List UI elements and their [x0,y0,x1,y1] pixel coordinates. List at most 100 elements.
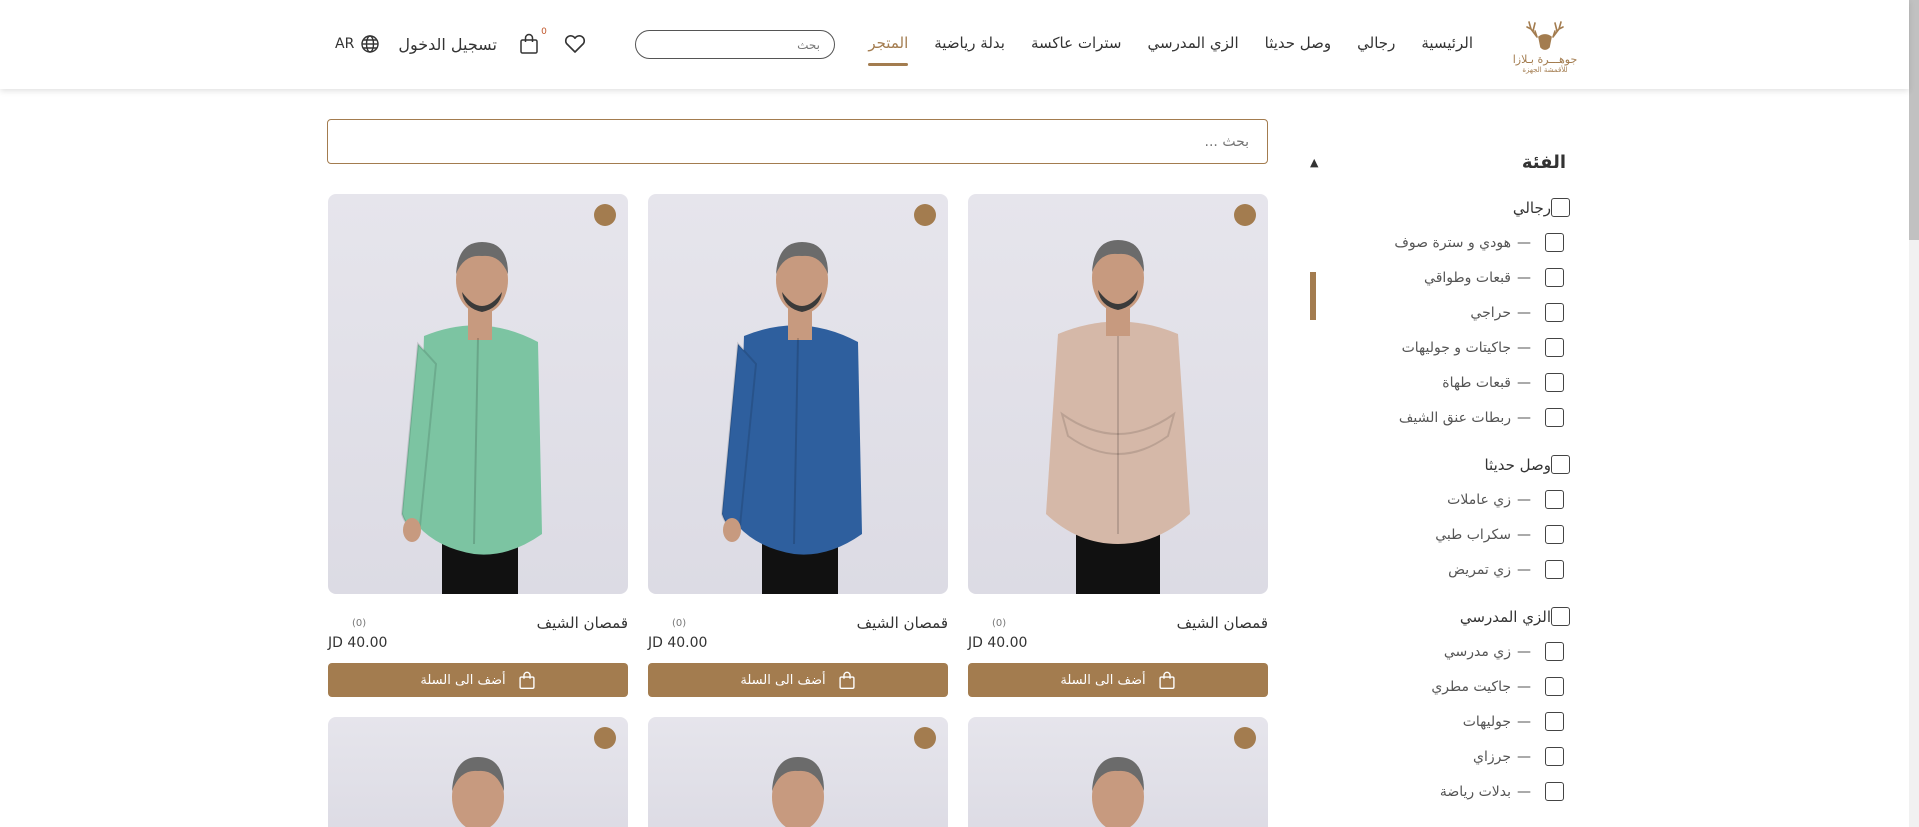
filter-option[interactable]: — زي عاملات [1320,482,1570,517]
logo-text: جوهـــرة بـلازا [1512,52,1578,66]
filter-option-dash: — [1517,409,1531,426]
site-logo[interactable]: جوهـــرة بـلازا للأقمشة الجهزة [1510,12,1580,78]
header-search-input[interactable] [635,30,835,59]
page-scrollbar[interactable] [1909,0,1919,827]
product-card[interactable] [648,717,948,827]
product-price: JD 40.00 [328,635,388,651]
product-title[interactable]: قمصان الشيف [857,614,948,632]
filter-option-dash: — [1517,339,1531,356]
wishlist-button[interactable] [563,34,587,54]
product-card[interactable]: قمصان الشيف (0) JD 40.00 أضف الى السلة [328,194,628,697]
color-swatch-icon[interactable] [594,727,616,749]
filter-checkbox[interactable] [1545,642,1564,661]
filter-group[interactable]: رجالي [1320,190,1570,225]
add-to-cart-button[interactable]: أضف الى السلة [648,663,948,697]
filter-option-label: قبعات طهاة [1442,374,1511,391]
filter-group[interactable]: وصل حديثا [1320,447,1570,482]
filter-checkbox[interactable] [1545,782,1564,801]
filter-checkbox[interactable] [1551,455,1570,474]
filter-checkbox[interactable] [1545,303,1564,322]
filter-option-label: جاكيتات و جوليهات [1401,339,1511,356]
filter-checkbox[interactable] [1545,408,1564,427]
collapse-toggle-icon[interactable]: ▲ [1310,156,1318,169]
filter-checkbox[interactable] [1545,560,1564,579]
filter-checkbox[interactable] [1551,198,1570,217]
filter-option[interactable]: — بدلات رياضة [1320,774,1570,809]
filter-checkbox[interactable] [1545,373,1564,392]
product-rating: (0) [672,617,687,629]
shopping-bag-icon [1158,671,1176,690]
nav-men[interactable]: رجالي [1357,34,1395,52]
add-to-cart-button[interactable]: أضف الى السلة [328,663,628,697]
filter-option[interactable]: — قبعات وطواقي [1320,260,1570,295]
filter-checkbox[interactable] [1545,712,1564,731]
color-swatch-icon[interactable] [914,727,936,749]
product-image[interactable] [968,717,1268,827]
product-title[interactable]: قمصان الشيف [537,614,628,632]
nav-school-uniform[interactable]: الزي المدرسي [1148,34,1239,52]
color-swatch-icon[interactable] [1234,204,1256,226]
login-link[interactable]: تسجيل الدخول [398,35,497,54]
color-swatch-icon[interactable] [914,204,936,226]
language-switcher[interactable]: AR [335,34,380,54]
product-card[interactable]: قمصان الشيف (0) JD 40.00 أضف الى السلة [968,194,1268,697]
filter-option-dash: — [1517,783,1531,800]
cart-button[interactable]: 0 [519,27,547,55]
shopping-bag-icon [838,671,856,690]
filter-checkbox[interactable] [1545,525,1564,544]
filter-option[interactable]: — حراجي [1320,295,1570,330]
product-image[interactable] [328,717,628,827]
filter-checkbox[interactable] [1545,747,1564,766]
filter-checkbox[interactable] [1551,607,1570,626]
filter-option[interactable]: — جرزاي [1320,739,1570,774]
filter-checkbox[interactable] [1545,338,1564,357]
filter-scroll-indicator[interactable] [1310,272,1316,320]
filter-option[interactable]: — جاكيت مطري [1320,669,1570,704]
product-image[interactable] [968,194,1268,594]
product-card[interactable] [328,717,628,827]
filter-option[interactable]: — زي تمريض [1320,552,1570,587]
nav-new-arrivals[interactable]: وصل حديثا [1265,34,1332,52]
filter-group[interactable]: الزي المدرسي [1320,599,1570,634]
filter-group-label: رجالي [1512,198,1551,217]
product-title-row: قمصان الشيف (0) [328,614,628,632]
filter-option[interactable]: — سكراب طبي [1320,517,1570,552]
filter-checkbox[interactable] [1545,677,1564,696]
product-card[interactable] [968,717,1268,827]
filter-checkbox[interactable] [1545,268,1564,287]
product-search-input[interactable] [327,119,1268,164]
product-grid: قمصان الشيف (0) JD 40.00 أضف الى السلة قمصان… [327,194,1268,827]
color-swatch-icon[interactable] [594,204,616,226]
main-nav: الرئيسية رجالي وصل حديثا الزي المدرسي ست… [868,34,1473,66]
filter-option-label: جاكيت مطري [1431,678,1511,695]
nav-tracksuit[interactable]: بدلة رياضية [934,34,1005,52]
filter-option-label: حراجي [1470,304,1511,321]
cart-count-badge: 0 [541,27,547,37]
filter-option-label: بدلات رياضة [1439,783,1511,800]
filter-option-label: سكراب طبي [1435,526,1511,543]
product-image[interactable] [328,194,628,594]
filter-option[interactable]: — قبعات طهاة [1320,365,1570,400]
nav-home[interactable]: الرئيسية [1421,34,1473,52]
filter-option[interactable]: — هودي و سترة صوف [1320,225,1570,260]
product-image[interactable] [648,194,948,594]
add-to-cart-button[interactable]: أضف الى السلة [968,663,1268,697]
product-image[interactable] [648,717,948,827]
filter-option[interactable]: — جوليهات [1320,704,1570,739]
scrollbar-thumb[interactable] [1909,0,1919,240]
filter-checkbox[interactable] [1545,233,1564,252]
nav-shop[interactable]: المتجر [868,34,908,66]
filter-checkbox[interactable] [1545,490,1564,509]
filter-option-label: قبعات وطواقي [1424,269,1511,286]
product-rating: (0) [352,617,367,629]
product-title[interactable]: قمصان الشيف [1177,614,1268,632]
shopping-bag-icon [518,671,536,690]
nav-reflective-vests[interactable]: سترات عاكسة [1031,34,1122,52]
filter-option[interactable]: — جاكيتات و جوليهات [1320,330,1570,365]
product-card[interactable]: قمصان الشيف (0) JD 40.00 أضف الى السلة [648,194,948,697]
filter-title: الفئة [1521,152,1566,173]
color-swatch-icon[interactable] [1234,727,1256,749]
filter-option-dash: — [1517,234,1531,251]
filter-option[interactable]: — زي مدرسي [1320,634,1570,669]
filter-option[interactable]: — ربطات عنق الشيف [1320,400,1570,435]
